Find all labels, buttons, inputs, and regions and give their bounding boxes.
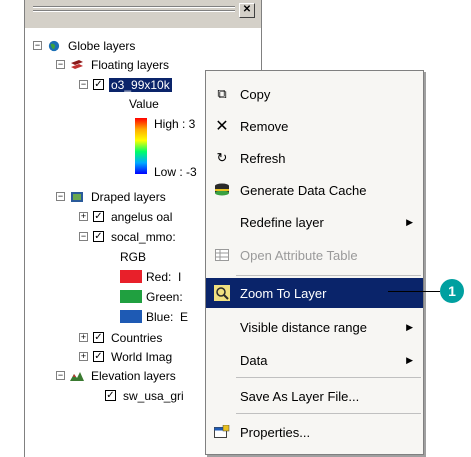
layer-visibility-checkbox[interactable]: ✓ (93, 79, 104, 90)
menu-item-save-as-layer-file[interactable]: Save As Layer File... (206, 381, 423, 411)
properties-icon (214, 424, 230, 440)
submenu-arrow-icon: ▶ (406, 216, 413, 227)
menu-item-visible-distance-range[interactable]: Visible distance range ▶ (206, 312, 423, 342)
menu-item-refresh[interactable]: ↻ Refresh (206, 143, 423, 173)
legend-green: Green: (120, 287, 183, 306)
collapse-toggle[interactable]: − (79, 80, 88, 89)
layer-visibility-checkbox[interactable]: ✓ (105, 390, 116, 401)
menu-item-redefine-layer[interactable]: Redefine layer ▶ (206, 207, 423, 237)
table-icon (214, 247, 230, 263)
layer-visibility-checkbox[interactable]: ✓ (93, 351, 104, 362)
legend-blue: Blue: E (120, 307, 188, 326)
tree-item-sw-usa[interactable]: ✓ sw_usa_gri (105, 386, 186, 405)
callout-leader-line (388, 291, 440, 292)
expand-toggle[interactable]: + (79, 333, 88, 342)
callout-number-badge: 1 (440, 279, 464, 303)
close-button[interactable]: ✕ (239, 3, 255, 18)
legend-rgb-label: RGB (120, 249, 147, 264)
layer-visibility-checkbox[interactable]: ✓ (93, 231, 104, 242)
floating-layers-icon (71, 59, 83, 69)
panel-titlebar[interactable]: ✕ (25, 0, 261, 28)
submenu-arrow-icon: ▶ (406, 354, 413, 365)
menu-item-properties[interactable]: Properties... (206, 417, 423, 447)
title-grip-line (33, 6, 235, 8)
red-swatch (120, 270, 142, 283)
menu-item-remove[interactable]: ✕ Remove (206, 111, 423, 141)
refresh-icon: ↻ (216, 150, 228, 165)
collapse-toggle[interactable]: − (56, 192, 65, 201)
collapse-toggle[interactable]: − (56, 60, 65, 69)
menu-separator (236, 275, 421, 276)
tree-item-draped-layers[interactable]: − Draped layers (56, 187, 168, 206)
expand-toggle[interactable]: + (79, 212, 88, 221)
expand-toggle[interactable]: + (79, 352, 88, 361)
color-ramp-legend (135, 118, 147, 174)
layer-visibility-checkbox[interactable]: ✓ (93, 332, 104, 343)
tree-item-socal[interactable]: − ✓ socal_mmo: (79, 227, 178, 246)
tree-item-angelus[interactable]: + ✓ angelus oal (79, 207, 174, 226)
legend-high-label: High : 3 (154, 116, 196, 131)
collapse-toggle[interactable]: − (79, 232, 88, 241)
tree-item-globe-layers[interactable]: − Globe layers (33, 36, 137, 55)
tree-item-o3-layer[interactable]: − ✓ o3_99x10k (79, 75, 172, 94)
draped-layers-icon (71, 191, 83, 202)
context-menu: ⧉ Copy ✕ Remove ↻ Refresh Generate Data … (205, 70, 424, 455)
remove-icon: ✕ (215, 118, 229, 135)
tree-item-elevation-layers[interactable]: − Elevation layers (56, 366, 178, 385)
menu-item-generate-data-cache[interactable]: Generate Data Cache (206, 175, 423, 205)
globe-icon (48, 40, 60, 51)
data-cache-icon (214, 182, 230, 198)
selected-layer-label[interactable]: o3_99x10k (109, 77, 172, 92)
blue-swatch (120, 310, 142, 323)
menu-item-copy[interactable]: ⧉ Copy (206, 79, 423, 109)
collapse-toggle[interactable]: − (33, 41, 42, 50)
menu-item-zoom-to-layer[interactable]: Zoom To Layer (206, 278, 423, 308)
green-swatch (120, 290, 142, 303)
menu-item-data[interactable]: Data ▶ (206, 345, 423, 375)
tree-item-countries[interactable]: + ✓ Countries (79, 328, 164, 347)
collapse-toggle[interactable]: − (56, 371, 65, 380)
menu-separator (236, 377, 421, 378)
legend-red: Red: I (120, 267, 181, 286)
menu-item-open-attribute-table: Open Attribute Table (206, 240, 423, 270)
copy-icon: ⧉ (217, 86, 227, 101)
elevation-layers-icon (70, 371, 84, 381)
submenu-arrow-icon: ▶ (406, 321, 413, 332)
tree-item-world-imagery[interactable]: + ✓ World Imag (79, 347, 174, 366)
menu-separator (236, 413, 421, 414)
tree-item-floating-layers[interactable]: − Floating layers (56, 55, 171, 74)
title-grip-line (33, 10, 235, 12)
legend-value-label: Value (129, 96, 159, 111)
legend-low-label: Low : -3 (154, 164, 197, 179)
zoom-to-layer-icon (214, 285, 230, 301)
layer-visibility-checkbox[interactable]: ✓ (93, 211, 104, 222)
